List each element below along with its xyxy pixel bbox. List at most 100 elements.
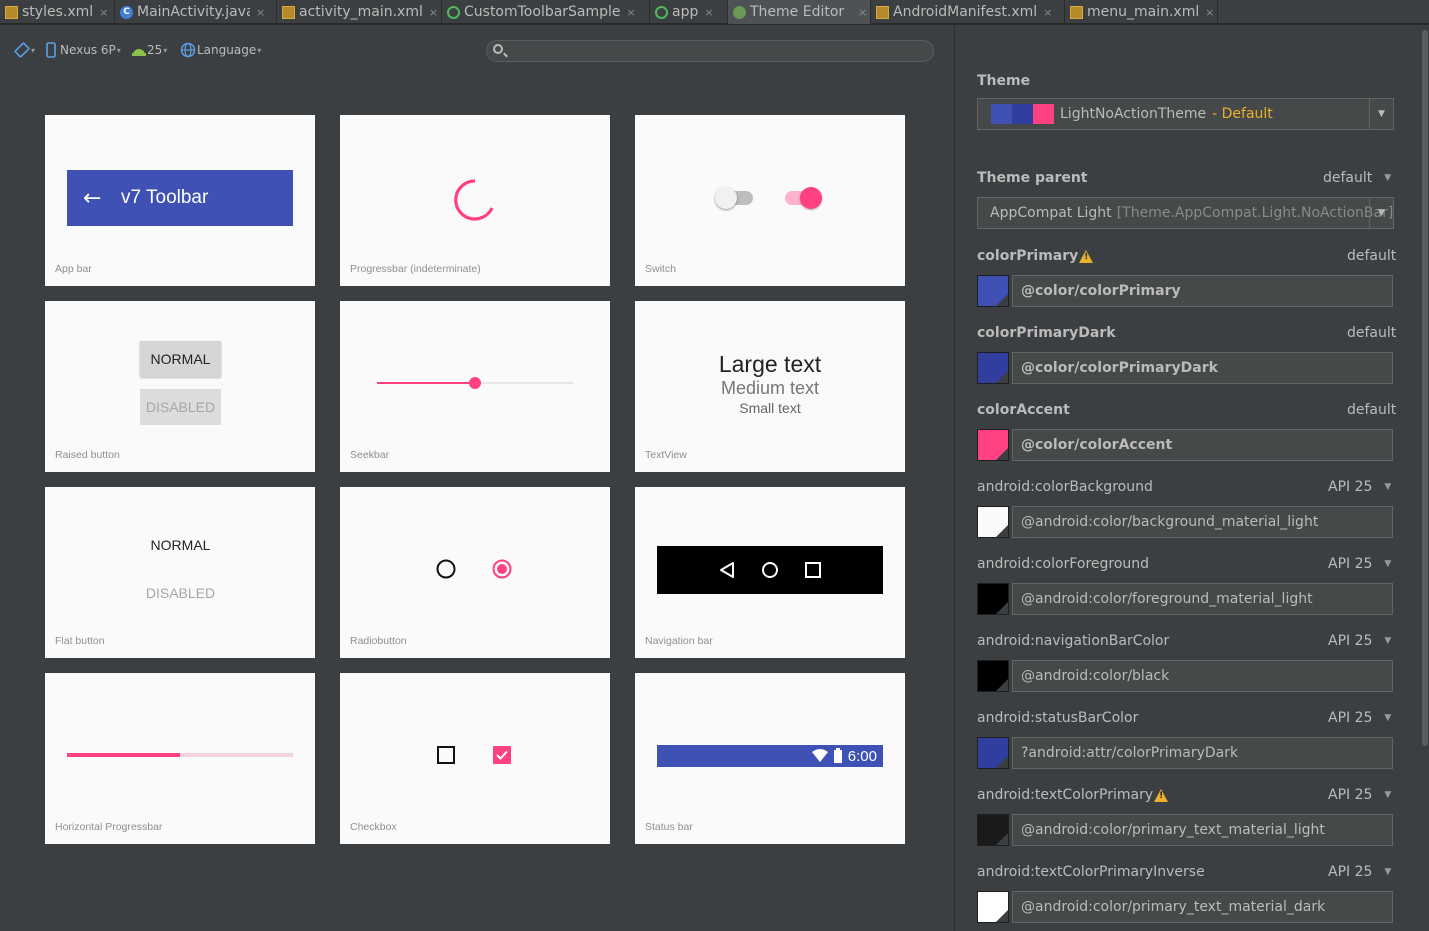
attribute-scope-android-textcolorprimary[interactable]: API 25 ▼ — [1328, 787, 1391, 803]
attribute-value-text: @android:color/primary_text_material_dar… — [1021, 899, 1326, 915]
preview-card-flat-button[interactable]: NORMAL DISABLED Flat button — [45, 487, 315, 658]
chevron-down-icon: ▼ — [1384, 790, 1392, 800]
device-dropdown[interactable]: Nexus 6P ▾ — [46, 39, 121, 61]
preview-card-raised-button[interactable]: NORMAL DISABLED Raised button — [45, 301, 315, 472]
close-icon[interactable]: × — [1043, 6, 1052, 19]
card-caption: Checkbox — [350, 821, 397, 833]
close-icon[interactable]: × — [429, 6, 438, 19]
scope-label: default — [1323, 170, 1373, 186]
tab-menu-main-xml[interactable]: menu_main.xml × — [1065, 0, 1218, 24]
color-swatch-android-textcolorprimary[interactable] — [977, 814, 1009, 846]
api-level-dropdown[interactable]: 25 ▾ — [131, 39, 167, 61]
close-icon[interactable]: × — [99, 6, 108, 19]
preview-card-checkbox[interactable]: Checkbox — [340, 673, 610, 844]
radio-checked-icon — [492, 559, 512, 579]
close-icon[interactable]: × — [1205, 6, 1214, 19]
nav-home-icon — [762, 562, 778, 578]
attribute-name: android:colorBackground — [977, 479, 1153, 495]
color-swatch-colorprimary[interactable] — [977, 275, 1009, 307]
flat-disabled-button: DISABLED — [145, 585, 216, 601]
language-dropdown[interactable]: Language ▾ — [180, 39, 261, 61]
theme-color-preview — [991, 104, 1054, 124]
attribute-scope-android-textcolorprimaryinverse[interactable]: API 25 ▼ — [1328, 864, 1391, 880]
close-icon[interactable]: × — [627, 6, 636, 19]
attribute-value-android-textcolorprimary[interactable]: @android:color/primary_text_material_lig… — [1012, 814, 1393, 846]
attribute-value-android-colorforeground[interactable]: @android:color/foreground_material_light — [1012, 583, 1393, 615]
attribute-value-android-colorbackground[interactable]: @android:color/background_material_light — [1012, 506, 1393, 538]
tab-mainactivity-java[interactable]: C MainActivity.java × — [115, 0, 277, 24]
color-swatch-android-colorforeground[interactable] — [977, 583, 1009, 615]
switch-thumb-off — [715, 187, 737, 209]
tab-styles-xml[interactable]: styles.xml × — [0, 0, 115, 24]
card-caption: Radiobutton — [350, 635, 407, 647]
preview-card-switch[interactable]: Switch — [635, 115, 905, 286]
warning-icon[interactable] — [1079, 249, 1094, 263]
theme-selector[interactable]: LightNoActionTheme - Default ▼ — [977, 98, 1394, 130]
scope-label: API 25 — [1328, 787, 1373, 803]
close-icon[interactable]: × — [704, 6, 713, 19]
attribute-scope-android-navigationbarcolor[interactable]: API 25 ▼ — [1328, 633, 1391, 649]
panel-scrollbar[interactable] — [1422, 30, 1428, 746]
tab-customtoolbarsample[interactable]: CustomToolbarSample × — [442, 0, 650, 24]
preview-card-textview[interactable]: Large text Medium text Small text TextVi… — [635, 301, 905, 472]
preview-card-navigation-bar[interactable]: Navigation bar — [635, 487, 905, 658]
preview-card-seekbar[interactable]: Seekbar — [340, 301, 610, 472]
attribute-scope-android-statusbarcolor[interactable]: API 25 ▼ — [1328, 710, 1391, 726]
preview-card-status-bar[interactable]: 6:00 Status bar — [635, 673, 905, 844]
tab-androidmanifest-xml[interactable]: AndroidManifest.xml × — [871, 0, 1065, 24]
search-input[interactable] — [486, 40, 934, 62]
scope-label: API 25 — [1328, 479, 1373, 495]
attribute-value-android-textcolorprimaryinverse[interactable]: @android:color/primary_text_material_dar… — [1012, 891, 1393, 923]
attribute-name: android:textColorPrimaryInverse — [977, 864, 1205, 880]
orientation-dropdown[interactable]: ▾ — [14, 39, 35, 61]
preview-card-horizontal-progressbar[interactable]: Horizontal Progressbar — [45, 673, 315, 844]
card-caption: Status bar — [645, 821, 693, 833]
color-swatch-android-navigationbarcolor[interactable] — [977, 660, 1009, 692]
color-swatch-android-statusbarcolor[interactable] — [977, 737, 1009, 769]
attribute-value-colorprimary[interactable]: @color/colorPrimary — [1012, 275, 1393, 307]
chevron-down-icon[interactable]: ▼ — [1369, 99, 1393, 129]
attribute-value-android-statusbarcolor[interactable]: ?android:attr/colorPrimaryDark — [1012, 737, 1393, 769]
scope-label: API 25 — [1328, 633, 1373, 649]
theme-parent-scope[interactable]: default ▼ — [1323, 170, 1391, 186]
chevron-down-icon[interactable]: ▼ — [1369, 198, 1393, 228]
swatch-corner — [996, 448, 1008, 460]
battery-icon — [833, 748, 842, 763]
attribute-scope-android-colorbackground[interactable]: API 25 ▼ — [1328, 479, 1391, 495]
tab-app[interactable]: app × — [650, 0, 728, 24]
preview-card-progressbar[interactable]: Progressbar (indeterminate) — [340, 115, 610, 286]
raised-disabled-button: DISABLED — [140, 389, 221, 425]
attribute-value-colorprimarydark[interactable]: @color/colorPrimaryDark — [1012, 352, 1393, 384]
attribute-scope-coloraccent: default — [1347, 402, 1396, 418]
close-icon[interactable]: × — [858, 6, 867, 19]
attribute-scope-android-colorforeground[interactable]: API 25 ▼ — [1328, 556, 1391, 572]
warning-icon[interactable] — [1154, 788, 1169, 802]
attribute-label-android-statusbarcolor: android:statusBarColor — [977, 710, 1138, 726]
chevron-down-icon: ▼ — [1384, 482, 1392, 492]
color-swatch-android-colorbackground[interactable] — [977, 506, 1009, 538]
card-caption: Raised button — [55, 449, 120, 461]
checkbox-checked-icon — [493, 746, 511, 764]
large-text: Large text — [718, 351, 822, 377]
seekbar-thumb — [469, 377, 481, 389]
device-name: Nexus 6P — [60, 43, 116, 57]
scope-label: default — [1347, 248, 1397, 264]
close-icon[interactable]: × — [256, 6, 265, 19]
preview-card-radiobutton[interactable]: Radiobutton — [340, 487, 610, 658]
tab-label: menu_main.xml — [1087, 4, 1200, 20]
attribute-label-android-colorforeground: android:colorForeground — [977, 556, 1149, 572]
xml-file-icon — [1070, 5, 1083, 19]
color-swatch-colorprimarydark[interactable] — [977, 352, 1009, 384]
attribute-value-android-navigationbarcolor[interactable]: @android:color/black — [1012, 660, 1393, 692]
color-swatch-coloraccent[interactable] — [977, 429, 1009, 461]
attribute-value-text: @android:color/primary_text_material_lig… — [1021, 822, 1325, 838]
attribute-value-coloraccent[interactable]: @color/colorAccent — [1012, 429, 1393, 461]
theme-parent-selector[interactable]: AppCompat Light [Theme.AppCompat.Light.N… — [977, 197, 1394, 229]
tab-theme-editor[interactable]: Theme Editor × — [728, 0, 871, 24]
preview-card-app-bar[interactable]: ← v7 Toolbar App bar — [45, 115, 315, 286]
scope-label: default — [1347, 402, 1397, 418]
color-swatch-android-textcolorprimaryinverse[interactable] — [977, 891, 1009, 923]
tab-activity-main-xml[interactable]: activity_main.xml × — [277, 0, 442, 24]
api-level: 25 — [147, 43, 163, 57]
swatch-corner — [996, 602, 1008, 614]
